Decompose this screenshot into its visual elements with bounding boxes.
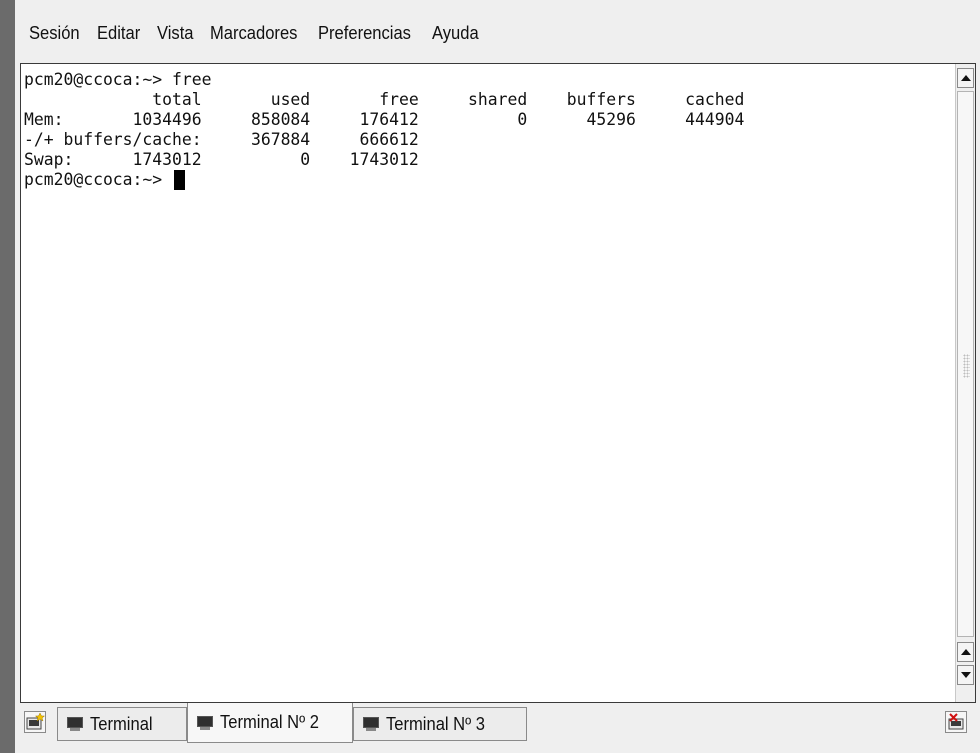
- menu-ayuda[interactable]: Ayuda: [432, 21, 479, 46]
- terminal-line: Swap: 1743012 0 1743012: [24, 150, 419, 169]
- vertical-scrollbar[interactable]: [955, 64, 975, 702]
- tab-label: Terminal Nº 3: [386, 713, 486, 734]
- session-tabbar: Terminal Terminal Nº 2 Terminal Nº 3: [15, 703, 980, 753]
- menu-marcadores[interactable]: Marcadores: [210, 21, 297, 46]
- terminal-line: -/+ buffers/cache: 367884 666612: [24, 130, 419, 149]
- tab-label: Terminal: [90, 713, 153, 734]
- menu-preferencias[interactable]: Preferencias: [318, 21, 411, 46]
- tab-terminal-3[interactable]: Terminal Nº 3: [353, 707, 527, 741]
- terminal-line: total used free shared buffers cached: [24, 90, 745, 109]
- scroll-up-button[interactable]: [957, 68, 974, 88]
- window-edge: [0, 0, 15, 753]
- close-session-icon: [948, 713, 964, 730]
- menubar: Sesión Editar Vista Marcadores Preferenc…: [15, 8, 980, 58]
- menu-editar[interactable]: Editar: [97, 21, 140, 46]
- terminal-icon: [362, 716, 380, 732]
- new-session-icon: [26, 712, 46, 730]
- new-session-button[interactable]: [24, 711, 46, 733]
- terminal-cursor: [174, 170, 186, 190]
- grip-icon: [963, 354, 970, 378]
- menu-sesion[interactable]: Sesión: [29, 21, 80, 46]
- scroll-down-button[interactable]: [957, 665, 974, 685]
- close-session-button[interactable]: [945, 711, 967, 733]
- tab-terminal[interactable]: Terminal: [57, 707, 187, 741]
- terminal-icon: [196, 715, 214, 731]
- arrow-up-icon: [960, 75, 971, 81]
- arrow-up-icon: [960, 649, 971, 655]
- terminal-line: Mem: 1034496 858084 176412 0 45296 44490…: [24, 110, 745, 129]
- tab-label: Terminal Nº 2: [220, 712, 320, 732]
- scrollbar-thumb[interactable]: [957, 91, 974, 637]
- terminal-icon: [66, 716, 84, 732]
- terminal-area[interactable]: pcm20@ccoca:~> free total used free shar…: [20, 63, 976, 703]
- terminal-prompt: pcm20@ccoca:~>: [24, 170, 173, 189]
- scroll-up-button-bottom[interactable]: [957, 642, 974, 662]
- terminal-line: pcm20@ccoca:~> free: [24, 70, 212, 89]
- arrow-down-icon: [960, 672, 971, 678]
- menu-vista[interactable]: Vista: [157, 21, 194, 46]
- tab-terminal-2[interactable]: Terminal Nº 2: [187, 703, 353, 743]
- terminal-output[interactable]: pcm20@ccoca:~> free total used free shar…: [24, 70, 944, 690]
